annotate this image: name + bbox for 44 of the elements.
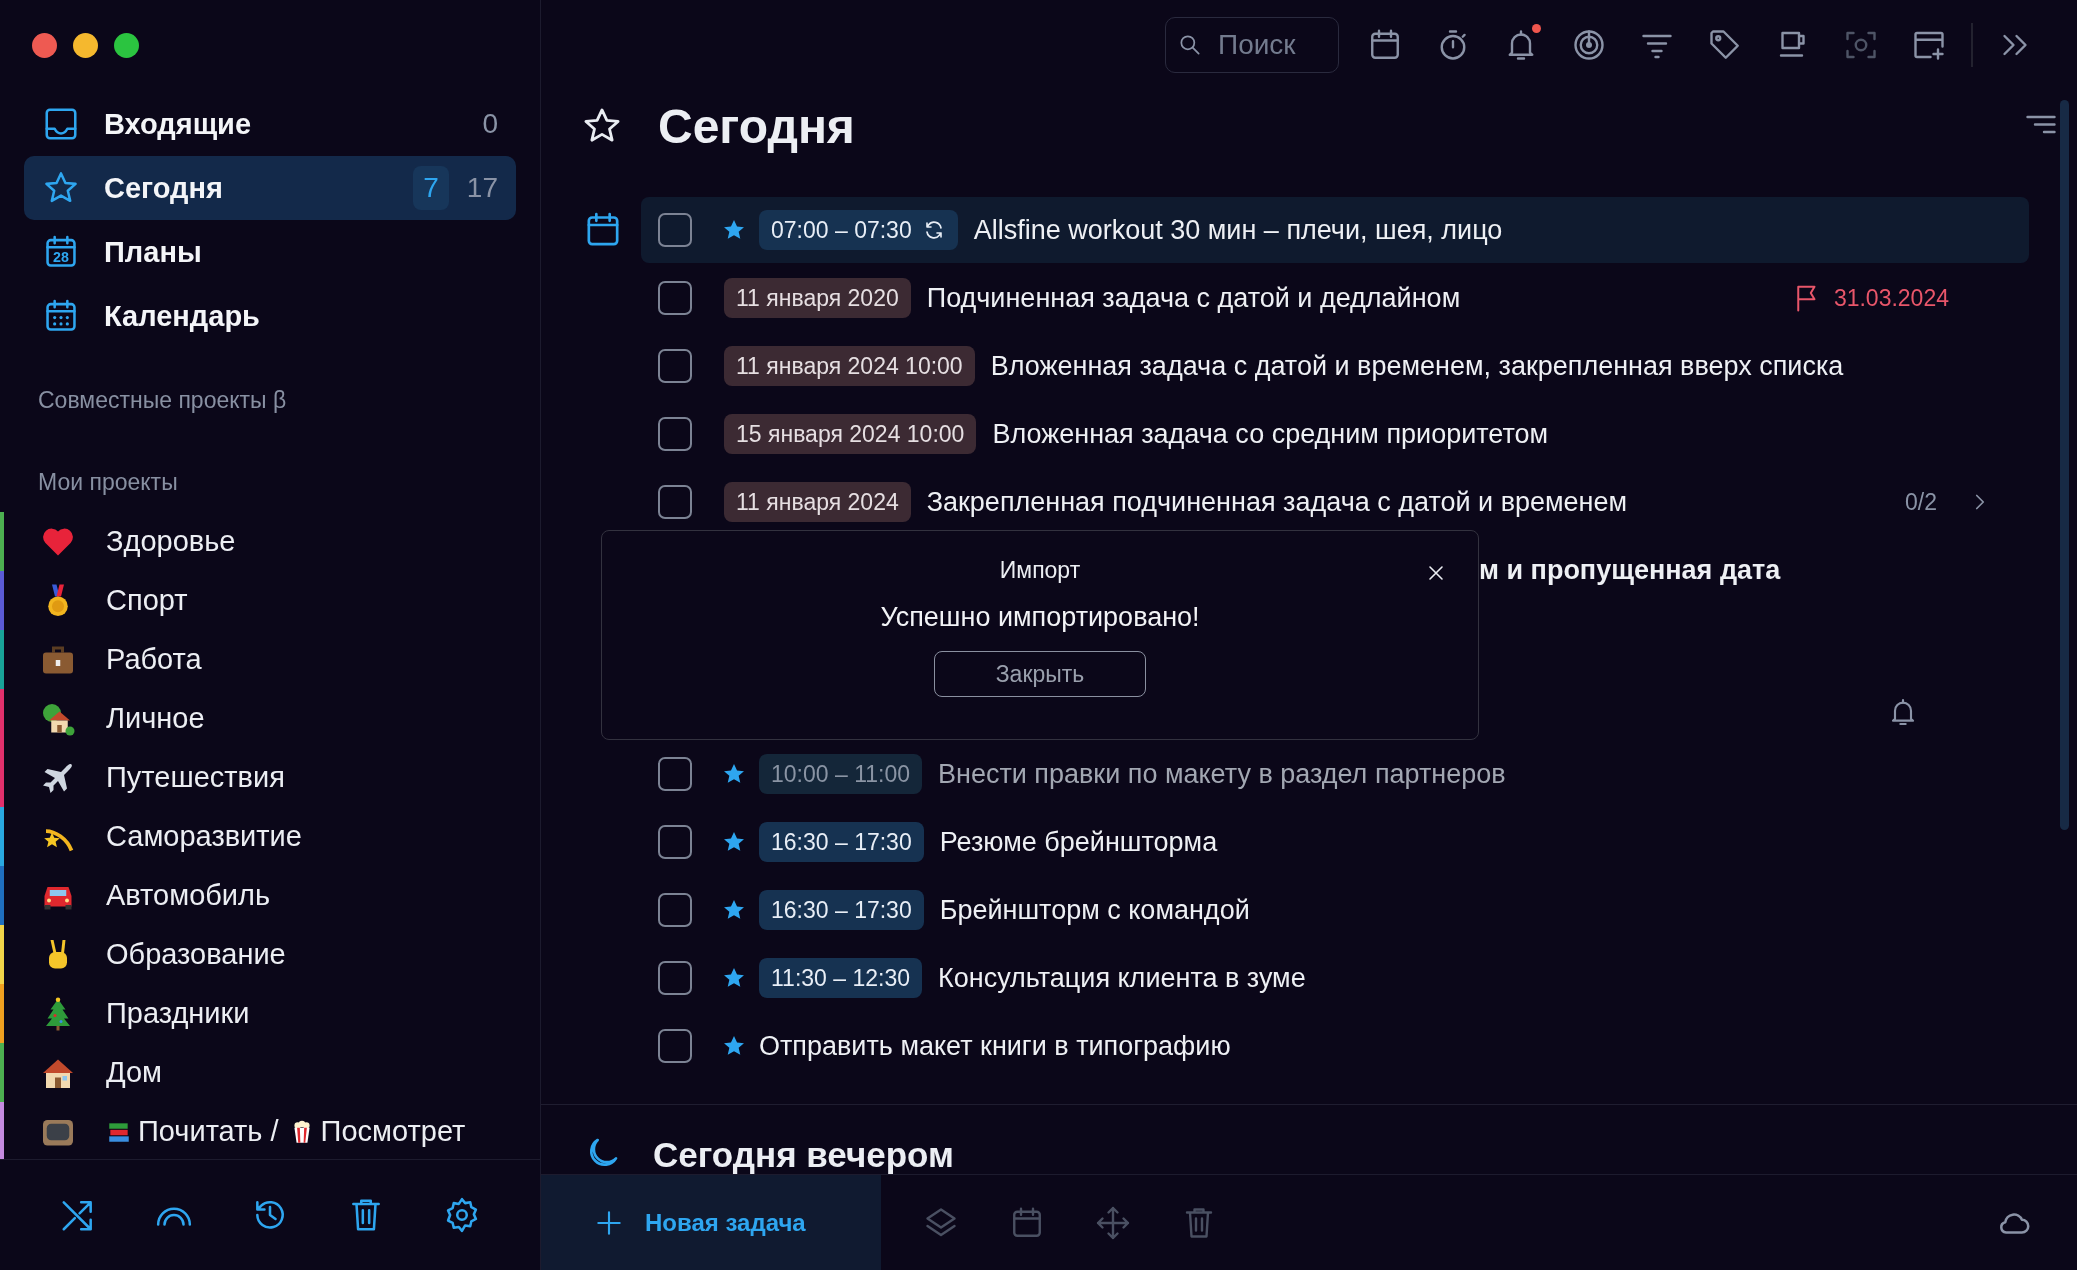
nav-label: Календарь: [104, 299, 260, 333]
count: 0: [482, 108, 498, 140]
date-tag: 16:30 – 17:30: [759, 890, 924, 930]
project-label: Саморазвитие: [106, 820, 302, 853]
dialog-title: Импорт: [999, 557, 1081, 584]
deadline-date: 31.03.2024: [1833, 284, 1949, 312]
page-title: Сегодня: [658, 98, 855, 154]
nav-label: Планы: [104, 235, 202, 269]
section-title: Сегодня вечером: [653, 1135, 954, 1174]
project-label: Спорт: [106, 584, 188, 617]
date-tag: 11 января 2024: [724, 482, 911, 522]
task-title: Закрепленная подчиненная задача с датой и временем: [926, 486, 1628, 518]
date-tag: 15 января 2024 10:00: [724, 414, 977, 454]
count-badge: 7: [413, 166, 449, 210]
project-label: Личное: [106, 702, 205, 735]
project-label: Автомобиль: [106, 879, 271, 912]
dialog-message: Успешно импортировано!: [880, 602, 1200, 633]
project-label: Путешествия: [106, 761, 285, 794]
task-title: Внести правки по макету в раздел партнеров: [938, 758, 1506, 790]
task-title: Подчиненная задача с датой и дедлайном: [926, 282, 1461, 314]
task-title: Резюме брейншторма: [939, 826, 1218, 858]
task-title: Вложенная задача со средним приоритетом: [992, 418, 1549, 450]
task-title: Отправить макет книги в типографию: [759, 1030, 1231, 1062]
date-tag: 16:30 – 17:30: [759, 822, 924, 862]
task-title: Брейншторм с командой: [939, 894, 1250, 926]
date-tag: 11:30 – 12:30: [759, 958, 922, 998]
date-tag: 07:00 – 07:30: [759, 210, 958, 250]
subtask-count: 0/2: [1905, 488, 1937, 516]
date-tag: 10:00 – 11:00: [759, 754, 922, 794]
project-label: Посмотрет: [320, 1115, 466, 1148]
count: 17: [466, 172, 498, 204]
date-tag: 11 января 2024 10:00: [724, 346, 975, 386]
task-title: Вложенная задача с датой и временем, закрепленная вверх списка: [990, 350, 1844, 382]
project-label: Почитать /: [138, 1115, 279, 1148]
project-label: Образование: [106, 938, 286, 971]
task-title: Консультация клиента в зуме: [938, 962, 1306, 994]
project-label: Праздники: [106, 997, 250, 1030]
nav-label: Входящие: [104, 107, 252, 141]
nav-label: Сегодня: [104, 171, 223, 205]
project-label: Здоровье: [106, 525, 236, 558]
date-tag: 11 января 2020: [724, 278, 911, 318]
task-title: Allsfine workout 30 мин – плечи, шея, лицо: [973, 214, 1503, 246]
project-label: Дом: [106, 1056, 163, 1089]
project-label: Работа: [106, 643, 202, 676]
